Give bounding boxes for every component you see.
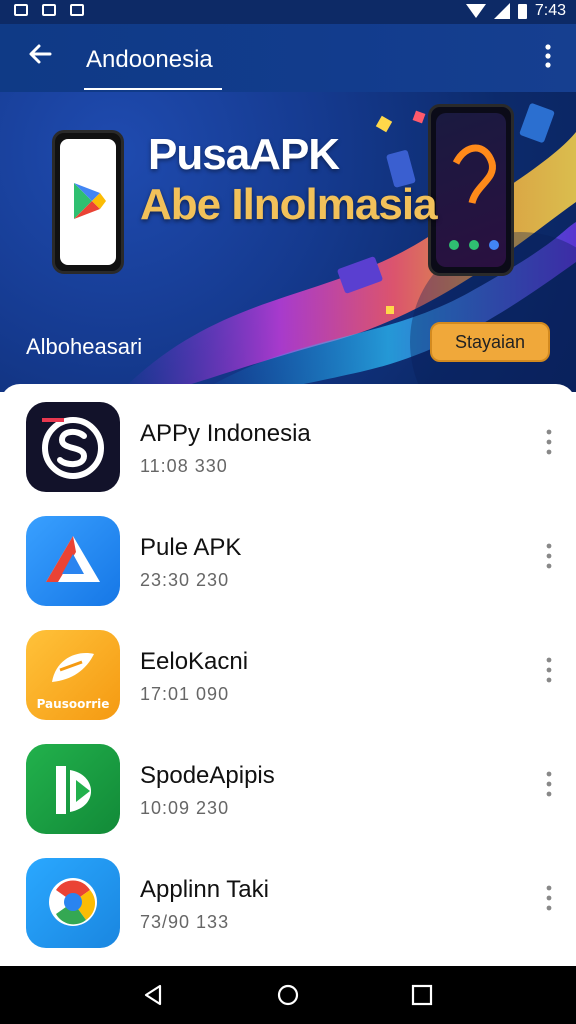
play-shape-icon — [56, 766, 92, 814]
leaf-logo-icon: Pausoorrie — [37, 653, 110, 711]
more-vert-icon[interactable] — [544, 542, 554, 570]
nav-home-icon[interactable] — [274, 981, 302, 1009]
more-vert-icon[interactable] — [544, 656, 554, 684]
app-meta: 17:01 090 — [140, 684, 230, 704]
banner-headline-1: PusaAPK — [148, 130, 340, 179]
more-vert-icon[interactable] — [540, 42, 556, 70]
app-meta: 11:08 330 — [140, 456, 228, 476]
more-vert-icon[interactable] — [544, 428, 554, 456]
status-time: 7:43 — [534, 2, 566, 19]
s-logo-icon — [42, 417, 104, 479]
title-underline — [84, 88, 222, 90]
app-name: SpodeApipis — [140, 762, 275, 789]
promo-banner[interactable]: PusaAPK Abe Ilnolmasia Alboheasari Staya… — [0, 92, 576, 392]
page-title: Andoonesia — [86, 46, 213, 73]
app-icon: Pausoorrie — [26, 630, 120, 720]
list-item[interactable]: Applinn Taki 73/90 133 — [0, 840, 576, 954]
signal-icon — [493, 3, 510, 19]
play-store-icon — [74, 183, 106, 219]
system-nav-bar — [0, 966, 576, 1024]
banner-phone-left — [52, 130, 124, 274]
app-icon — [26, 744, 120, 834]
app-name: Pule APK — [140, 534, 242, 561]
app-name: EeloKacni — [140, 648, 249, 675]
app-list: APPy Indonesia 11:08 330 Pule APK 23:30 … — [0, 384, 576, 966]
banner-subtitle: Alboheasari — [26, 334, 143, 359]
map-pin-logo-icon — [49, 878, 97, 926]
app-icon — [26, 402, 120, 492]
list-item[interactable]: Pule APK 23:30 230 — [0, 498, 576, 612]
phone-screen-art — [449, 144, 499, 250]
banner-headline-2: Abe Ilnolmasia — [140, 180, 438, 229]
notification-icon — [42, 4, 56, 16]
status-bar: 7:43 — [0, 0, 576, 24]
app-name: Applinn Taki — [140, 876, 269, 903]
app-icon — [26, 516, 120, 606]
list-item[interactable]: SpodeApipis 10:09 230 — [0, 726, 576, 840]
app-meta: 73/90 133 — [140, 912, 230, 932]
app-icon-label: Pausoorrie — [37, 697, 110, 711]
banner-phone-right — [428, 104, 514, 276]
banner-action-button[interactable]: Stayaian — [430, 322, 550, 362]
status-indicators: 7:43 — [465, 2, 566, 20]
list-item[interactable]: APPy Indonesia 11:08 330 — [0, 384, 576, 498]
notification-icon — [14, 4, 28, 16]
app-meta: 23:30 230 — [140, 570, 230, 590]
battery-icon — [517, 3, 527, 19]
app-name: APPy Indonesia — [140, 420, 311, 447]
back-arrow-icon[interactable] — [24, 38, 56, 70]
app-meta: 10:09 230 — [140, 798, 230, 818]
nav-recents-icon[interactable] — [408, 981, 436, 1009]
triangle-logo-icon — [46, 536, 100, 582]
notification-icon — [70, 4, 84, 16]
more-vert-icon[interactable] — [544, 770, 554, 798]
app-icon — [26, 858, 120, 948]
list-item[interactable]: Pausoorrie EeloKacni 17:01 090 — [0, 612, 576, 726]
nav-back-icon[interactable] — [140, 981, 168, 1009]
wifi-icon — [465, 4, 486, 18]
top-app-bar: Andoonesia — [0, 24, 576, 92]
more-vert-icon[interactable] — [544, 884, 554, 912]
status-notification-icons — [14, 4, 84, 16]
